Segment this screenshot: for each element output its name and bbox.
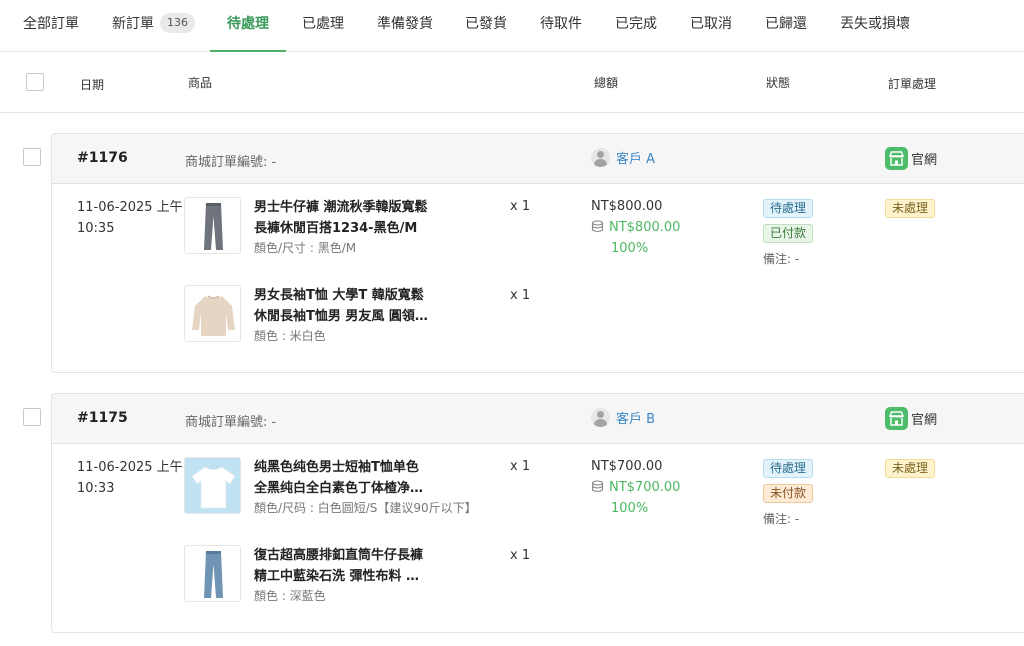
customer-name: 客戶 B [616, 412, 656, 427]
product-quantity: x 1 [510, 199, 531, 214]
channel-label: 官網 [911, 413, 938, 428]
order-status-tabs: 全部訂單 新訂單 136 待處理 已處理 準備發貨 已發貨 待取件 已完成 已取消… [0, 0, 1024, 52]
tab-processed[interactable]: 已處理 [302, 0, 344, 52]
order-note: 備注: - [763, 512, 800, 526]
tab-ready-to-ship[interactable]: 準備發貨 [377, 0, 433, 52]
tab-returned[interactable]: 已歸還 [765, 0, 807, 52]
order-date-day: 11-06-2025 上午 [77, 200, 183, 215]
table-header: 日期 商品 總額 狀態 訂單處理 [0, 52, 1024, 113]
tab-cancelled[interactable]: 已取消 [690, 0, 732, 52]
order-status-badge: 待處理 [763, 199, 814, 218]
order-select-checkbox[interactable] [23, 148, 41, 166]
gray-jeans-image [204, 203, 223, 250]
order-date-time: 10:33 [77, 481, 115, 496]
order-header: #1176 商城訂單編號: - 客戶 A 官網 [52, 134, 1024, 184]
user-icon [591, 148, 610, 167]
order-date-time: 10:35 [77, 221, 115, 236]
paid-amount: NT$700.00 [591, 480, 680, 495]
storefront-icon [885, 407, 908, 430]
tab-shipped[interactable]: 已發貨 [465, 0, 507, 52]
column-header-processing: 訂單處理 [888, 77, 937, 91]
product-name-line-2: 精工中藍染石洗 彈性布料 … [254, 569, 420, 584]
processing-status-badge[interactable]: 未處理 [885, 459, 936, 478]
order-card: #1175 商城訂單編號: - 客戶 B 官網 11-06-2025 上午 10… [51, 393, 1024, 633]
payment-status-badge: 已付款 [763, 224, 814, 243]
product-name[interactable]: 纯黑色纯色男士短袖T恤单色 全黑纯白全白素色丁体楂净… [254, 457, 454, 499]
order-total: NT$800.00 [591, 199, 663, 214]
column-header-status: 狀態 [766, 76, 791, 90]
paid-amount-value: NT$800.00 [609, 220, 681, 235]
order-note: 備注: - [763, 252, 800, 266]
tab-completed[interactable]: 已完成 [615, 0, 657, 52]
order-date: 11-06-2025 上午 10:35 [77, 197, 183, 239]
product-thumbnail[interactable] [184, 285, 241, 342]
product-thumbnail[interactable] [184, 197, 241, 254]
product-variant: 顏色 : 深藍色 [254, 589, 326, 603]
product-name-line-1: 男士牛仔褲 潮流秋季韓版寬鬆 [254, 200, 428, 215]
order-status-badge: 待處理 [763, 459, 814, 478]
sales-channel: 官網 [885, 147, 937, 170]
coins-icon [591, 480, 604, 493]
order-header: #1175 商城訂單編號: - 客戶 B 官網 [52, 394, 1024, 444]
product-name-line-2: 休閒長袖T恤男 男友風 圓領… [254, 309, 428, 324]
product-quantity: x 1 [510, 288, 531, 303]
blue-jeans-image [204, 551, 223, 598]
product-name[interactable]: 男女長袖T恤 大學T 韓版寬鬆 休閒長袖T恤男 男友風 圓領… [254, 285, 454, 327]
order-total: NT$700.00 [591, 459, 663, 474]
tab-new-orders[interactable]: 新訂單 136 [112, 0, 195, 52]
channel-label: 官網 [911, 153, 938, 168]
column-header-date: 日期 [80, 78, 105, 92]
paid-amount-value: NT$700.00 [609, 480, 681, 495]
order-select-checkbox[interactable] [23, 408, 41, 426]
product-name-line-1: 男女長袖T恤 大學T 韓版寬鬆 [254, 288, 424, 303]
processing-status-badge[interactable]: 未處理 [885, 199, 936, 218]
product-variant: 顏色/尺码 : 白色圆短/S【建议90斤以下】 [254, 501, 477, 515]
white-tshirt-image [191, 466, 236, 509]
order-id[interactable]: #1175 [77, 410, 128, 426]
product-quantity: x 1 [510, 459, 531, 474]
product-thumbnail[interactable] [184, 457, 241, 514]
tab-pending[interactable]: 待處理 [210, 0, 286, 52]
storefront-icon [885, 147, 908, 170]
tab-awaiting-pickup[interactable]: 待取件 [540, 0, 582, 52]
coins-icon [591, 220, 604, 233]
product-quantity: x 1 [510, 548, 531, 563]
select-all-checkbox[interactable] [26, 73, 44, 91]
tab-all-orders[interactable]: 全部訂單 [23, 0, 79, 52]
product-name[interactable]: 復古超高腰排釦直筒牛仔長褲 精工中藍染石洗 彈性布料 … [254, 545, 454, 587]
product-name-line-2: 全黑纯白全白素色丁体楂净… [254, 481, 424, 496]
product-variant: 顏色/尺寸 : 黑色/M [254, 241, 357, 255]
column-header-total: 總額 [594, 76, 619, 90]
product-name-line-1: 纯黑色纯色男士短袖T恤单色 [254, 460, 419, 475]
order-card: #1176 商城訂單編號: - 客戶 A 官網 11-06-2025 上午 10… [51, 133, 1024, 373]
paid-percentage: 100% [611, 501, 649, 516]
product-variant: 顏色 : 米白色 [254, 329, 326, 343]
user-icon [591, 408, 610, 427]
customer-link[interactable]: 客戶 A [591, 148, 655, 167]
new-orders-count-badge: 136 [160, 13, 195, 33]
column-header-product: 商品 [188, 76, 213, 90]
product-thumbnail[interactable] [184, 545, 241, 602]
beige-sweater-image [192, 295, 235, 336]
mall-order-number: 商城訂單編號: - [185, 155, 277, 170]
product-name[interactable]: 男士牛仔褲 潮流秋季韓版寬鬆 長褲休閒百搭1234-黑色/M [254, 197, 454, 239]
mall-order-number: 商城訂單編號: - [185, 415, 277, 430]
order-date-day: 11-06-2025 上午 [77, 460, 183, 475]
payment-status-badge: 未付款 [763, 484, 814, 503]
order-date: 11-06-2025 上午 10:33 [77, 457, 183, 499]
sales-channel: 官網 [885, 407, 937, 430]
order-id[interactable]: #1176 [77, 150, 128, 166]
tab-new-orders-label: 新訂單 [112, 16, 154, 32]
customer-link[interactable]: 客戶 B [591, 408, 655, 427]
paid-amount: NT$800.00 [591, 220, 680, 235]
product-name-line-2: 長褲休閒百搭1234-黑色/M [254, 221, 418, 236]
tab-lost-or-damaged[interactable]: 丟失或損壞 [840, 0, 910, 52]
paid-percentage: 100% [611, 241, 649, 256]
customer-name: 客戶 A [616, 152, 656, 167]
product-name-line-1: 復古超高腰排釦直筒牛仔長褲 [254, 548, 424, 563]
